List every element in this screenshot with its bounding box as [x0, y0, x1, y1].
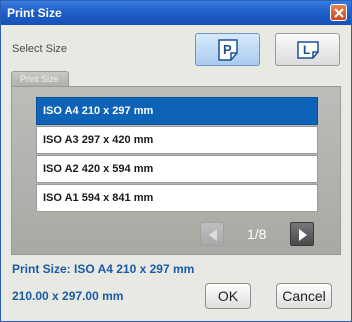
cancel-button[interactable]: Cancel: [276, 283, 332, 309]
size-item-label: ISO A4 210 x 297 mm: [43, 105, 154, 117]
size-list: ISO A4 210 x 297 mm ISO A3 297 x 420 mm …: [36, 97, 318, 213]
size-item-a4[interactable]: ISO A4 210 x 297 mm: [36, 97, 318, 125]
tab-print-size[interactable]: Print Size: [11, 71, 69, 87]
next-page-button[interactable]: [290, 222, 314, 246]
portrait-glyph: P: [223, 42, 232, 57]
arrow-right-icon: [299, 229, 307, 241]
dimensions-info: 210.00 x 297.00 mm: [12, 289, 124, 303]
size-item-a3[interactable]: ISO A3 297 x 420 mm: [36, 126, 318, 154]
close-button[interactable]: [330, 4, 347, 21]
size-item-label: ISO A1 594 x 841 mm: [43, 192, 154, 204]
landscape-button[interactable]: L: [275, 33, 340, 66]
size-item-a1[interactable]: ISO A1 594 x 841 mm: [36, 184, 318, 212]
arrow-left-icon: [209, 229, 217, 241]
window-title: Print Size: [7, 6, 62, 20]
portrait-page-icon: P: [218, 39, 238, 61]
portrait-button[interactable]: P: [195, 33, 260, 66]
size-item-label: ISO A2 420 x 594 mm: [43, 163, 154, 175]
title-bar[interactable]: Print Size: [1, 1, 351, 25]
size-item-label: ISO A3 297 x 420 mm: [43, 134, 154, 146]
tab-label: Print Size: [20, 74, 59, 84]
close-icon: [334, 8, 344, 18]
print-size-info: Print Size: ISO A4 210 x 297 mm: [12, 262, 195, 276]
landscape-page-icon: L: [297, 41, 319, 59]
ok-button[interactable]: OK: [205, 283, 251, 309]
previous-page-button[interactable]: [200, 222, 224, 246]
size-item-a2[interactable]: ISO A2 420 x 594 mm: [36, 155, 318, 183]
landscape-glyph: L: [303, 43, 310, 57]
page-indicator: 1/8: [247, 226, 267, 242]
select-size-label: Select Size: [12, 43, 68, 55]
